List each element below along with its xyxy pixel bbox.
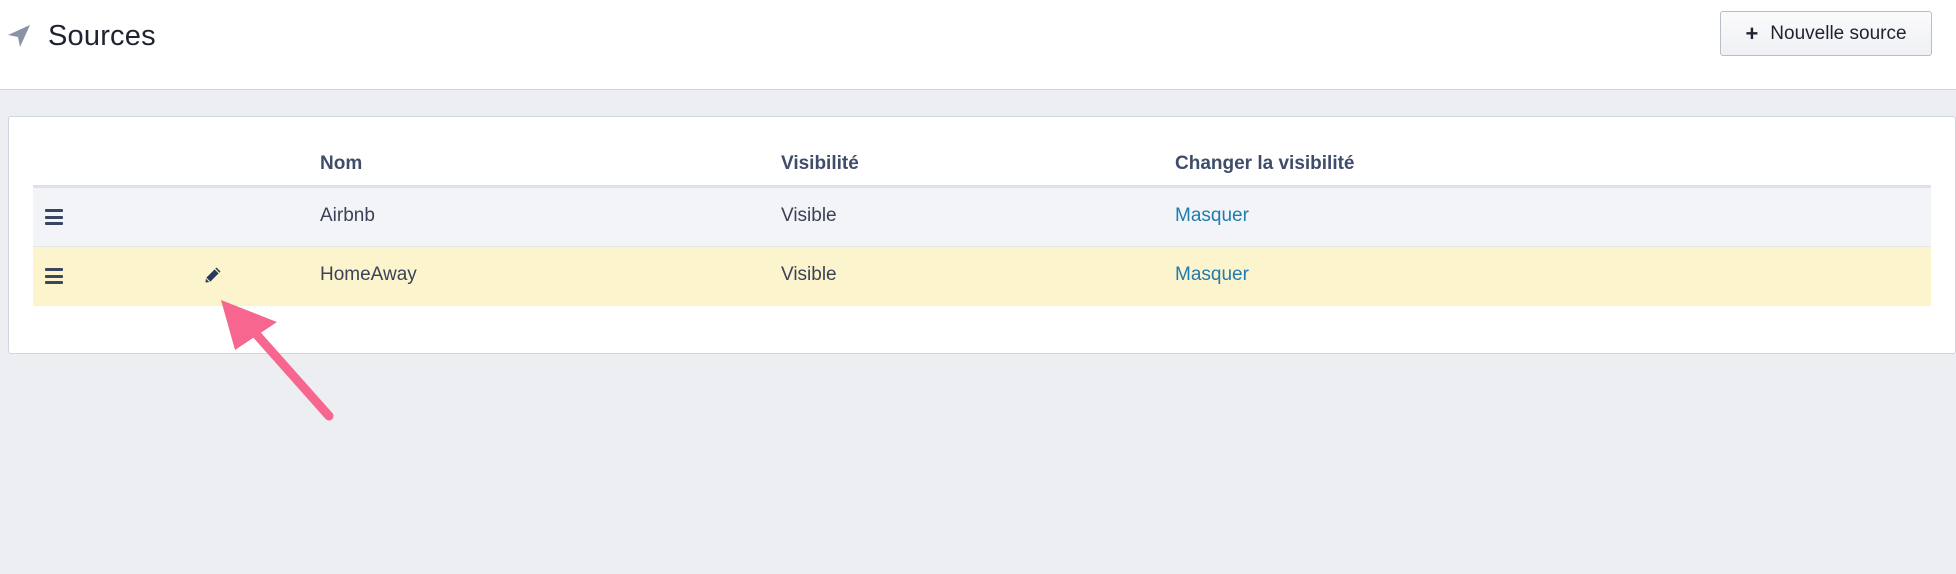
new-source-label: Nouvelle source bbox=[1770, 22, 1907, 44]
hide-link[interactable]: Masquer bbox=[1175, 205, 1249, 227]
source-name: HomeAway bbox=[320, 264, 417, 285]
source-name: Airbnb bbox=[320, 205, 375, 226]
source-visibility: Visible bbox=[781, 205, 837, 226]
page-header: Sources + Nouvelle source bbox=[0, 0, 1956, 90]
column-header-name: Nom bbox=[320, 153, 363, 174]
new-source-button[interactable]: + Nouvelle source bbox=[1720, 11, 1932, 56]
page-title-group: Sources bbox=[6, 16, 156, 56]
page-title: Sources bbox=[48, 19, 156, 52]
table-row: Airbnb Visible Masquer bbox=[33, 188, 1931, 247]
drag-handle-icon[interactable] bbox=[45, 209, 63, 225]
sources-card: Nom Visibilité Changer la visibilité Air… bbox=[8, 116, 1956, 354]
location-arrow-icon bbox=[8, 25, 30, 47]
table-header: Nom Visibilité Changer la visibilité bbox=[33, 145, 1931, 188]
column-header-change-visibility: Changer la visibilité bbox=[1175, 153, 1355, 174]
hide-link[interactable]: Masquer bbox=[1175, 264, 1249, 286]
drag-handle-icon[interactable] bbox=[45, 268, 63, 284]
table-row: HomeAway Visible Masquer bbox=[33, 247, 1931, 306]
source-visibility: Visible bbox=[781, 264, 837, 285]
sources-table: Nom Visibilité Changer la visibilité Air… bbox=[33, 145, 1931, 306]
pencil-edit-icon[interactable] bbox=[203, 265, 223, 285]
column-header-visibility: Visibilité bbox=[781, 153, 859, 174]
plus-icon: + bbox=[1745, 20, 1759, 46]
